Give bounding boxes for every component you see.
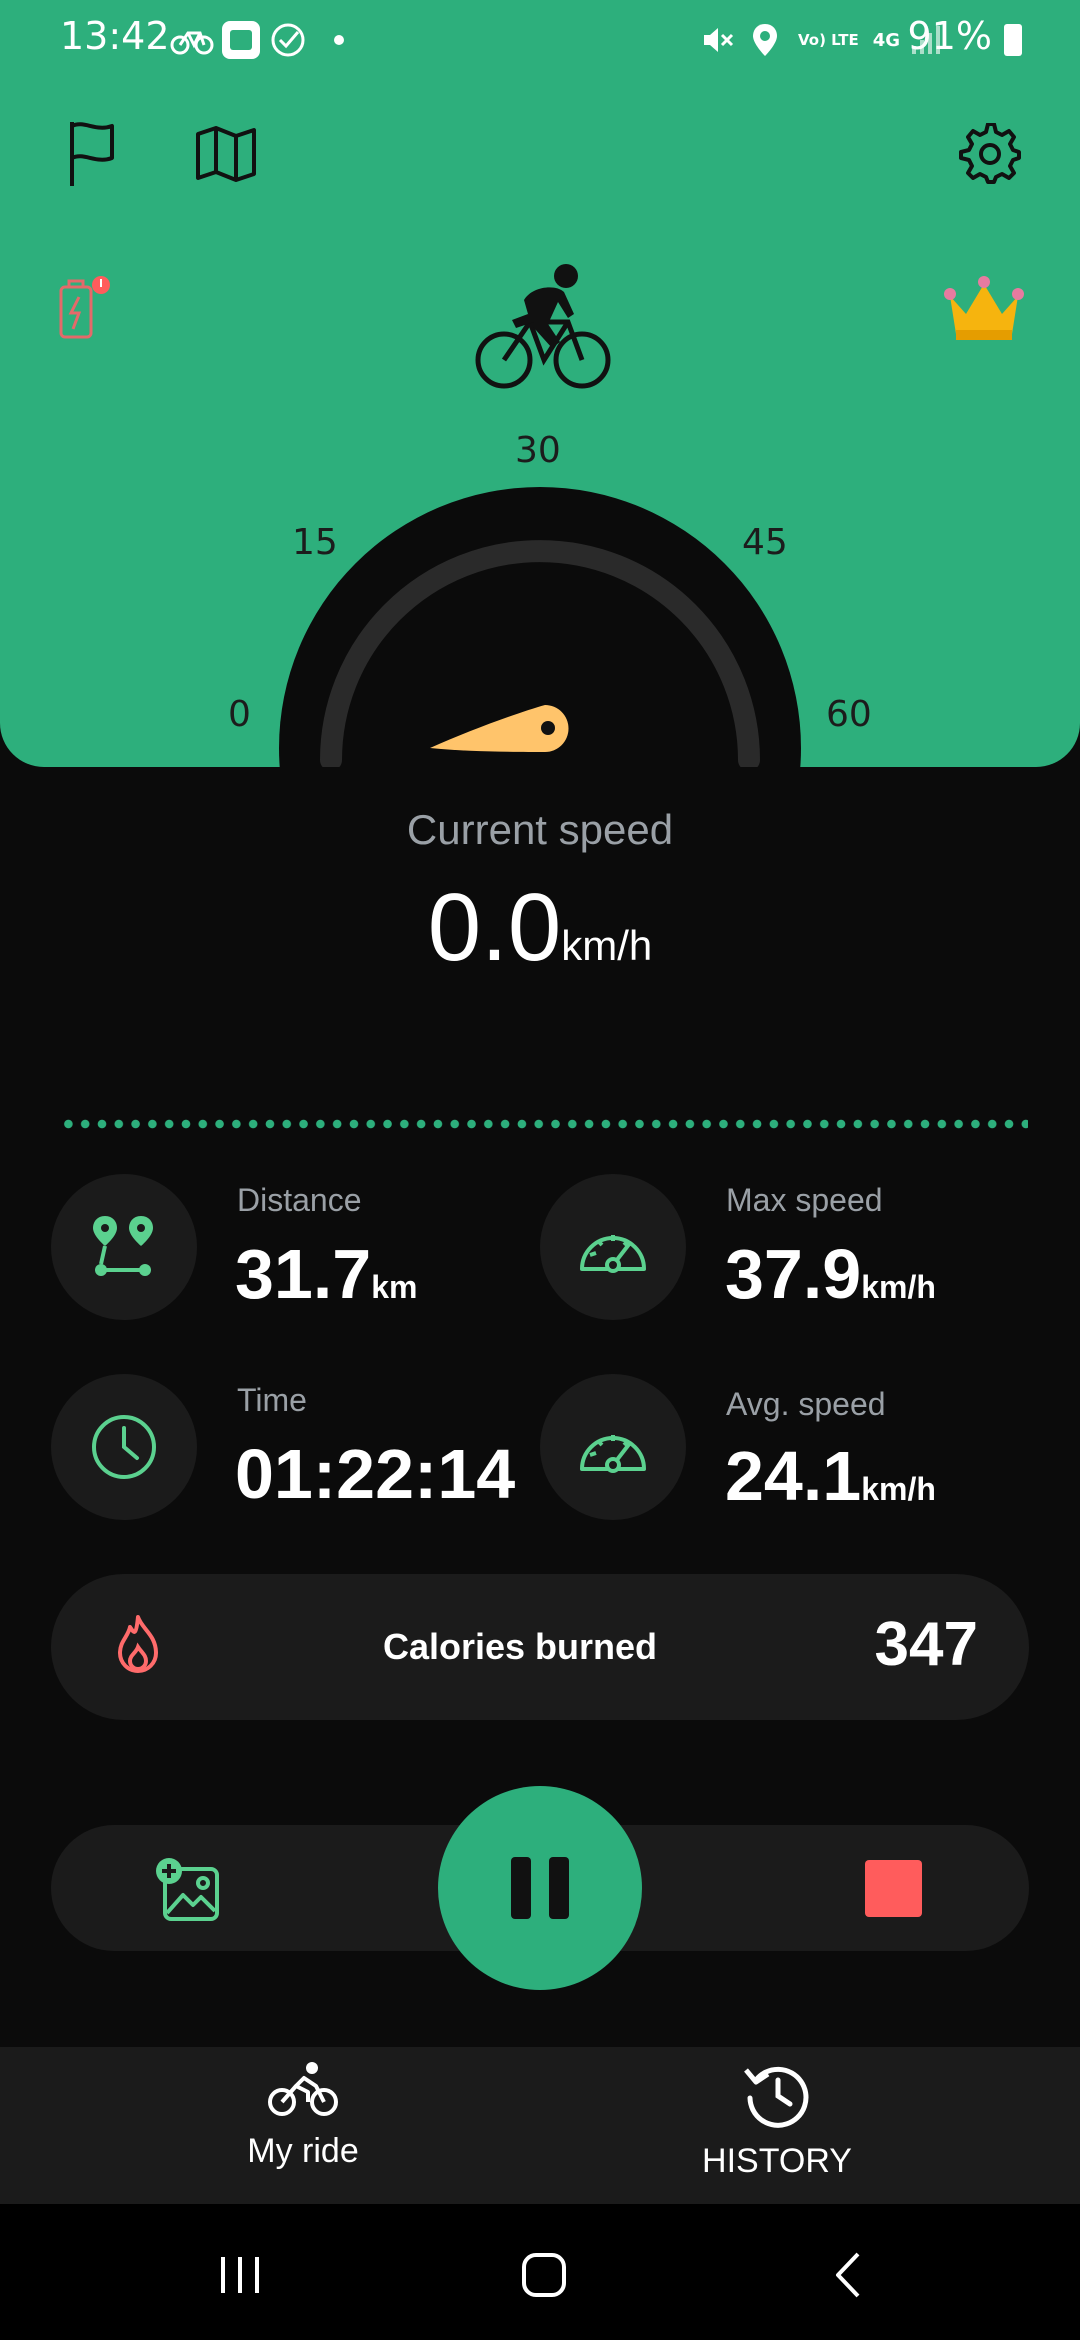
avg-speed-value: 24.1	[725, 1437, 862, 1515]
avg-speed-icon-circle	[540, 1374, 686, 1520]
avg-speed-label: Avg. speed	[726, 1386, 886, 1422]
gauge-tick-0: 0	[228, 694, 251, 735]
dotted-divider	[60, 1119, 1028, 1129]
home-button[interactable]	[504, 2240, 584, 2310]
max-speed-value: 37.9	[725, 1235, 862, 1313]
calories-value: 347	[874, 1610, 978, 1679]
nav-item-my-ride[interactable]: My ride	[153, 2060, 453, 2171]
gauge-tick-60: 60	[826, 694, 872, 735]
back-button[interactable]	[808, 2240, 888, 2310]
distance-unit: km	[371, 1269, 418, 1305]
back-icon	[836, 2252, 860, 2298]
time-label: Time	[237, 1382, 307, 1418]
current-speed-readout: 0.0km/h	[0, 873, 1080, 983]
home-icon	[522, 2253, 566, 2297]
time-value: 01:22:14	[235, 1435, 516, 1513]
avg-speed-readout: 24.1km/h	[725, 1436, 936, 1516]
gauge-tick-30: 30	[515, 430, 561, 471]
distance-readout: 31.7km	[235, 1234, 418, 1314]
clock-icon	[92, 1415, 156, 1479]
speedometer-icon	[580, 1235, 646, 1273]
time-readout: 01:22:14	[235, 1434, 515, 1514]
current-speed-label: Current speed	[406, 806, 674, 853]
add-photo-button[interactable]	[148, 1850, 228, 1930]
max-speed-icon-circle	[540, 1174, 686, 1320]
distance-value: 31.7	[235, 1235, 372, 1313]
speed-gauge-arc	[320, 540, 760, 771]
nav-item-history[interactable]: HISTORY	[627, 2060, 927, 2181]
avg-speed-unit: km/h	[861, 1471, 936, 1507]
pause-button[interactable]	[438, 1786, 642, 1990]
time-icon-circle	[51, 1374, 197, 1520]
distance-label: Distance	[237, 1182, 362, 1218]
speedometer-icon	[580, 1435, 646, 1473]
gauge-tick-45: 45	[742, 522, 788, 563]
distance-icon-circle	[51, 1174, 197, 1320]
current-speed-value: 0.0	[427, 874, 562, 981]
max-speed-label: Max speed	[726, 1182, 883, 1218]
history-icon	[744, 2066, 809, 2128]
add-photo-icon	[156, 1858, 219, 1921]
stop-button[interactable]	[865, 1860, 922, 1917]
recents-button[interactable]	[200, 2240, 280, 2310]
max-speed-readout: 37.9km/h	[725, 1234, 936, 1314]
pause-icon	[511, 1857, 569, 1919]
nav-label-my-ride: My ride	[247, 2132, 359, 2170]
gauge-tick-15: 15	[292, 522, 338, 563]
route-icon	[93, 1216, 153, 1276]
max-speed-unit: km/h	[861, 1269, 936, 1305]
recents-icon	[221, 2257, 259, 2293]
current-speed-unit: km/h	[561, 922, 653, 969]
nav-label-history: HISTORY	[702, 2142, 852, 2180]
bicycle-icon	[268, 2062, 338, 2116]
